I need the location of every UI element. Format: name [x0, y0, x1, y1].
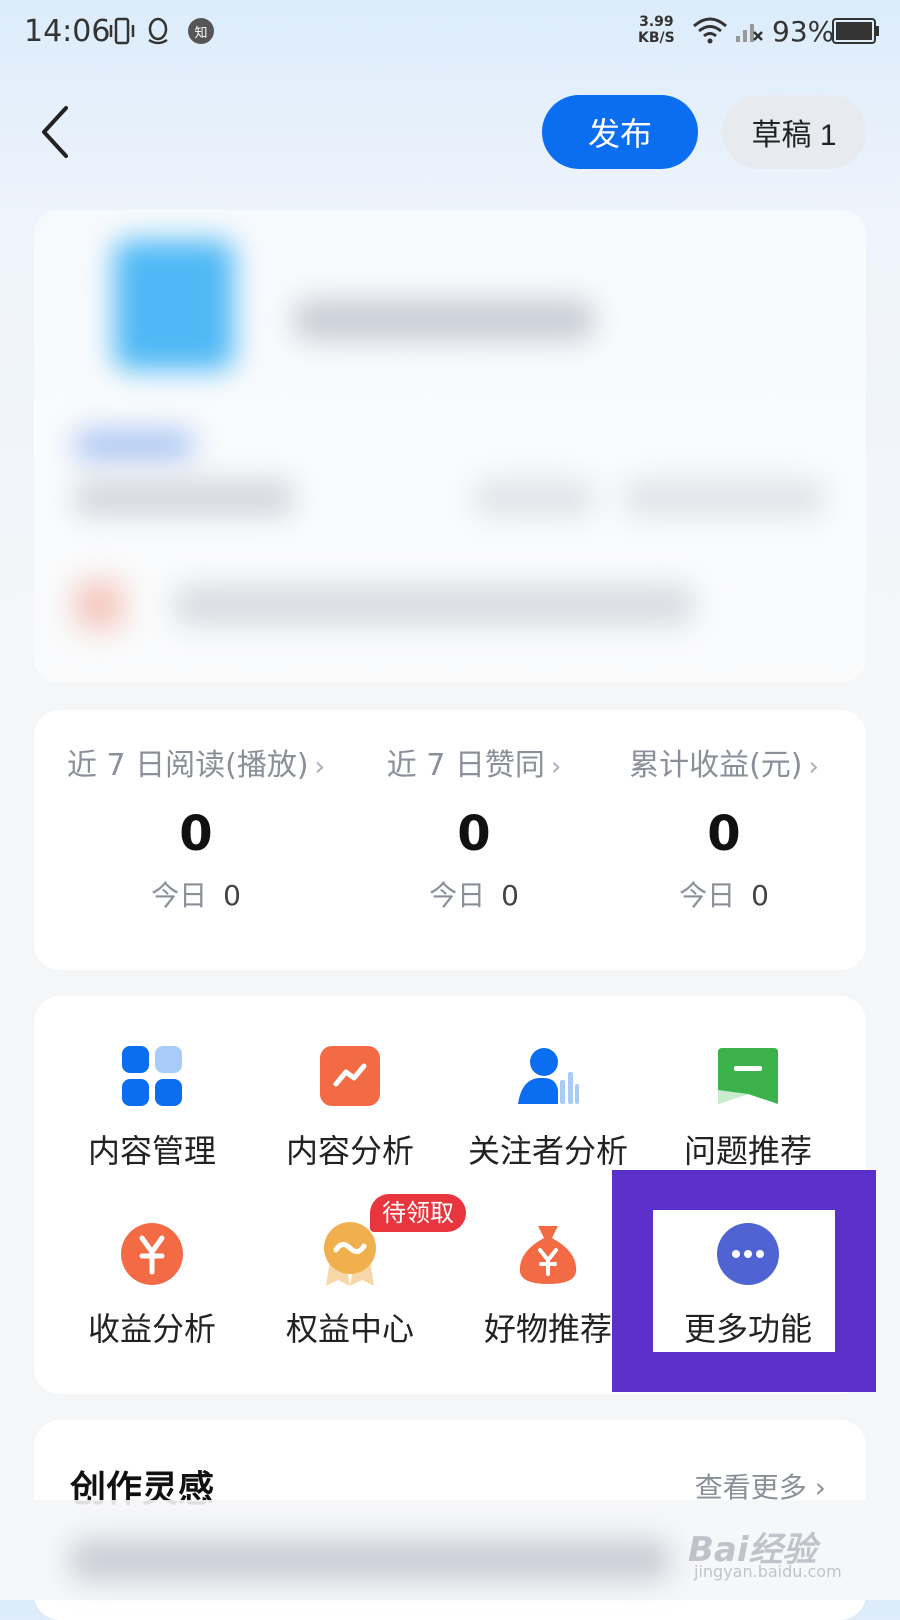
- stat-today: 今日 0: [374, 874, 574, 914]
- network-speed: 3.99 KB/S: [638, 14, 675, 46]
- battery-percent: 93%: [772, 15, 835, 48]
- back-button[interactable]: [34, 100, 78, 164]
- stat-today-value: 0: [223, 879, 241, 912]
- username-placeholder: [294, 300, 594, 340]
- network-speed-value: 3.99: [639, 14, 674, 30]
- more-dots-icon: [716, 1222, 780, 1286]
- signal-icon: [734, 16, 764, 48]
- drafts-button[interactable]: 草稿 1: [722, 95, 866, 169]
- func-rights-center[interactable]: 权益中心: [250, 1222, 450, 1350]
- func-content-management[interactable]: 内容管理: [52, 1044, 252, 1172]
- grid-icon: [120, 1044, 184, 1108]
- stat-value: 0: [179, 806, 213, 862]
- stat-today-label: 今日: [429, 879, 486, 912]
- stat-earnings[interactable]: 累计收益(元) › 0 今日 0: [614, 740, 834, 914]
- status-time: 14:06: [24, 14, 111, 49]
- stats-card: 近 7 日阅读(播放) › 0 今日 0 近 7 日赞同 › 0 今日 0 累计收益(元…: [34, 710, 866, 970]
- stat-today-value: 0: [501, 879, 519, 912]
- blurred-content-placeholder: [70, 1540, 670, 1580]
- follower-stats-icon: [516, 1044, 580, 1108]
- func-label: 内容分析: [285, 1132, 414, 1170]
- battery-icon: [832, 18, 880, 48]
- profile-info-placeholder: [74, 480, 294, 516]
- func-content-analysis[interactable]: 内容分析: [250, 1044, 450, 1172]
- func-label: 问题推荐: [683, 1132, 812, 1170]
- func-label: 收益分析: [87, 1310, 216, 1348]
- chevron-right-icon: ›: [550, 752, 562, 782]
- trend-chart-icon: [318, 1044, 382, 1108]
- status-bar: 14:06 知 3.99 KB/S 93%: [0, 0, 900, 64]
- func-label: 更多功能: [683, 1310, 812, 1348]
- stat-likes[interactable]: 近 7 日赞同 › 0 今日 0: [374, 740, 574, 914]
- network-speed-unit: KB/S: [638, 30, 675, 46]
- yuan-coin-icon: [120, 1222, 184, 1286]
- notice-text-placeholder: [174, 585, 694, 625]
- stat-label: 近 7 日阅读(播放) ›: [58, 740, 334, 784]
- func-label: 权益中心: [285, 1310, 414, 1348]
- stat-today: 今日 0: [58, 874, 334, 914]
- func-product-recommend[interactable]: 好物推荐: [448, 1222, 648, 1350]
- stat-value: 0: [707, 806, 741, 862]
- stat-today-label: 今日: [151, 879, 208, 912]
- vibrate-icon: [108, 16, 136, 50]
- func-earnings-analysis[interactable]: 收益分析: [52, 1222, 252, 1350]
- profile-info-placeholder-3: [624, 480, 824, 516]
- qq-icon: [144, 16, 172, 50]
- stat-reads[interactable]: 近 7 日阅读(播放) › 0 今日 0: [58, 740, 334, 914]
- func-more-features[interactable]: 更多功能: [648, 1222, 848, 1350]
- func-label: 内容管理: [87, 1132, 216, 1170]
- stat-value: 0: [457, 806, 491, 862]
- stat-today: 今日 0: [614, 874, 834, 914]
- profile-tag-placeholder: [74, 430, 194, 460]
- func-label: 好物推荐: [483, 1310, 612, 1348]
- chevron-left-icon: [42, 106, 68, 158]
- stat-label: 近 7 日赞同 ›: [374, 740, 574, 784]
- wifi-icon: [692, 16, 728, 48]
- stat-label-text: 累计收益(元): [629, 748, 803, 783]
- money-bag-icon: [516, 1222, 580, 1286]
- stat-today-value: 0: [751, 879, 769, 912]
- watermark-url: jingyan.baidu.com: [694, 1562, 842, 1581]
- chevron-right-icon: ›: [314, 752, 325, 782]
- stat-label: 累计收益(元) ›: [614, 740, 834, 784]
- stat-today-label: 今日: [679, 879, 736, 912]
- zhihu-icon: 知: [188, 18, 214, 44]
- publish-button[interactable]: 发布: [542, 95, 698, 169]
- profile-info-placeholder-2: [474, 480, 594, 516]
- func-follower-analysis[interactable]: 关注者分析: [448, 1044, 648, 1172]
- func-label: 关注者分析: [467, 1132, 628, 1170]
- notice-icon-placeholder: [74, 580, 124, 630]
- func-question-recommend[interactable]: 问题推荐: [648, 1044, 848, 1172]
- profile-card[interactable]: [34, 210, 866, 682]
- stat-label-text: 近 7 日赞同: [386, 748, 545, 783]
- question-flag-icon: [716, 1044, 780, 1108]
- chevron-right-icon: ›: [808, 752, 819, 782]
- avatar: [114, 240, 234, 370]
- stat-label-text: 近 7 日阅读(播放): [67, 748, 309, 783]
